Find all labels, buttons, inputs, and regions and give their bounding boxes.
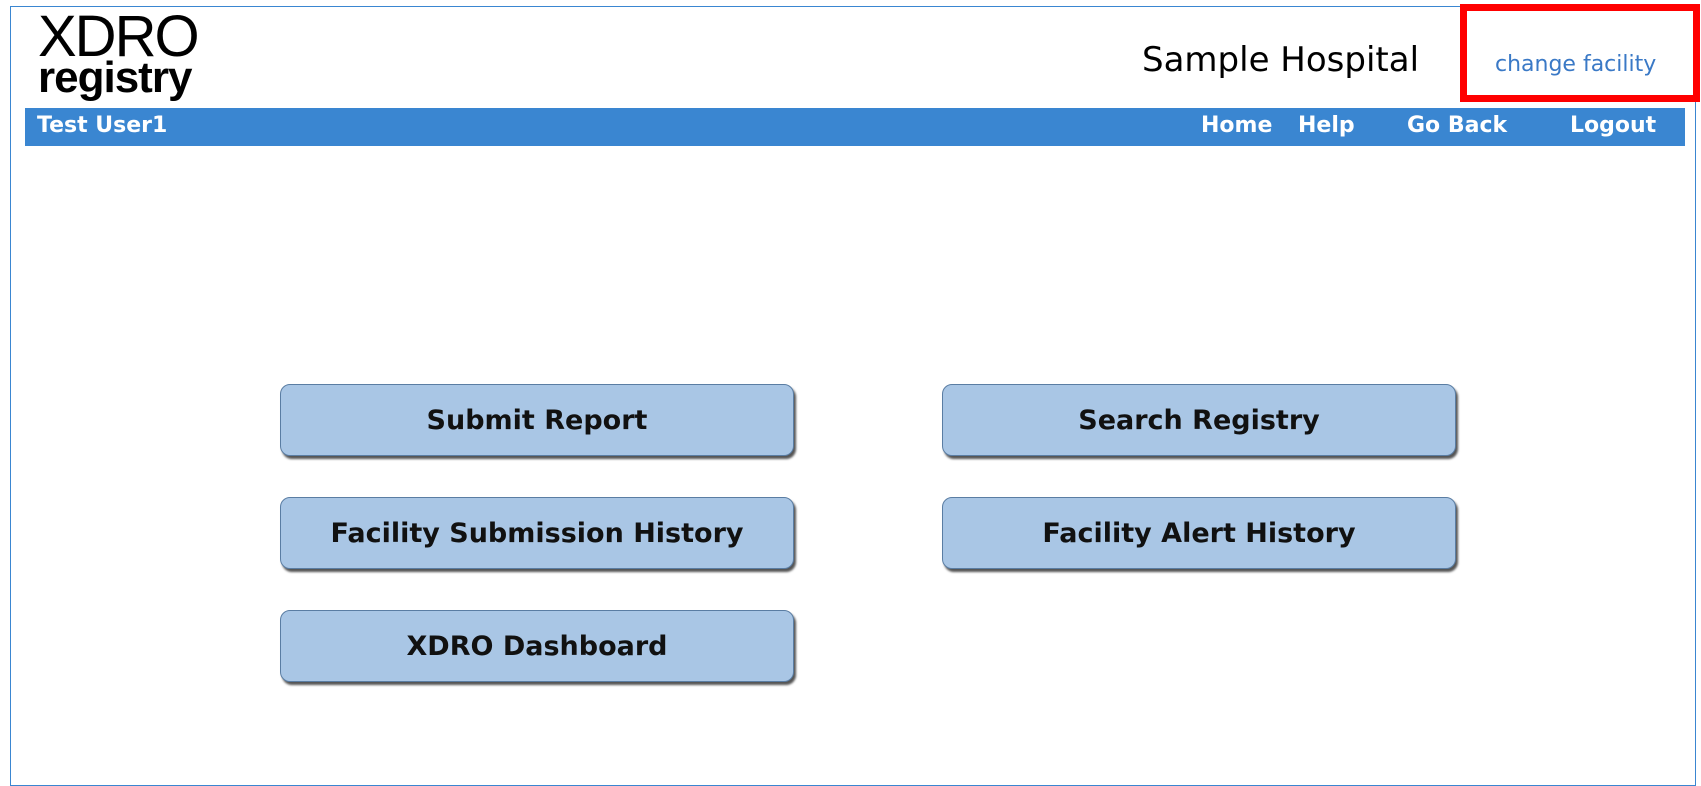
current-user-name: Test User1 — [37, 113, 168, 138]
highlight-annotation — [1460, 4, 1700, 102]
facility-alert-history-button[interactable]: Facility Alert History — [942, 497, 1456, 569]
logo-line-2: registry — [38, 53, 192, 102]
facility-name: Sample Hospital — [1142, 40, 1420, 80]
nav-help-link[interactable]: Help — [1298, 113, 1355, 138]
xdro-dashboard-button[interactable]: XDRO Dashboard — [280, 610, 794, 682]
search-registry-button[interactable]: Search Registry — [942, 384, 1456, 456]
xdro-registry-logo: XDRO registry — [38, 8, 200, 102]
facility-submission-history-button[interactable]: Facility Submission History — [280, 497, 794, 569]
nav-home-link[interactable]: Home — [1201, 113, 1272, 138]
submit-report-button[interactable]: Submit Report — [280, 384, 794, 456]
top-navbar: Test User1 Home Help Go Back Logout — [25, 108, 1685, 146]
nav-logout-link[interactable]: Logout — [1570, 113, 1656, 138]
nav-go-back-link[interactable]: Go Back — [1407, 113, 1507, 138]
